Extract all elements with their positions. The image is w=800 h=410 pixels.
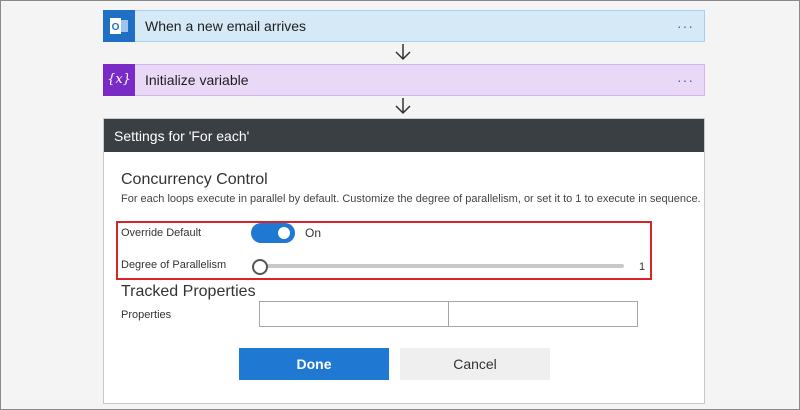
step-card-email-trigger[interactable]: O When a new email arrives ··· — [103, 9, 705, 42]
override-default-label: Override Default — [121, 227, 202, 239]
arrow-down-icon — [395, 44, 411, 61]
toggle-knob — [278, 227, 290, 239]
cancel-button[interactable]: Cancel — [400, 348, 550, 380]
property-key-input[interactable] — [259, 301, 449, 327]
toggle-state-label: On — [305, 226, 322, 240]
done-button[interactable]: Done — [239, 348, 389, 380]
variable-icon: {x} — [103, 63, 135, 96]
more-options-icon[interactable]: ··· — [677, 18, 694, 34]
svg-text:O: O — [112, 22, 120, 33]
outlook-icon: O — [103, 9, 135, 42]
more-options-icon[interactable]: ··· — [677, 72, 694, 88]
degree-of-parallelism-label: Degree of Parallelism — [121, 259, 227, 271]
panel-header: Settings for 'For each' — [104, 119, 704, 152]
concurrency-description: For each loops execute in parallel by de… — [121, 193, 701, 205]
override-default-toggle[interactable] — [251, 223, 295, 243]
concurrency-control-title: Concurrency Control — [121, 171, 268, 188]
settings-panel: Settings for 'For each' Concurrency Cont… — [103, 118, 705, 404]
properties-label: Properties — [121, 309, 172, 321]
step-title: When a new email arrives — [145, 18, 307, 34]
arrow-down-icon — [395, 98, 411, 115]
parallelism-value: 1 — [639, 261, 646, 273]
step-card-initialize-variable[interactable]: {x} Initialize variable ··· — [103, 63, 705, 96]
parallelism-slider-track[interactable] — [260, 264, 624, 268]
app-frame: O When a new email arrives ··· {x} Initi… — [0, 0, 800, 410]
step-title: Initialize variable — [145, 72, 249, 88]
property-value-input[interactable] — [448, 301, 638, 327]
tracked-properties-title: Tracked Properties — [121, 283, 256, 300]
parallelism-slider-thumb[interactable] — [252, 259, 268, 275]
